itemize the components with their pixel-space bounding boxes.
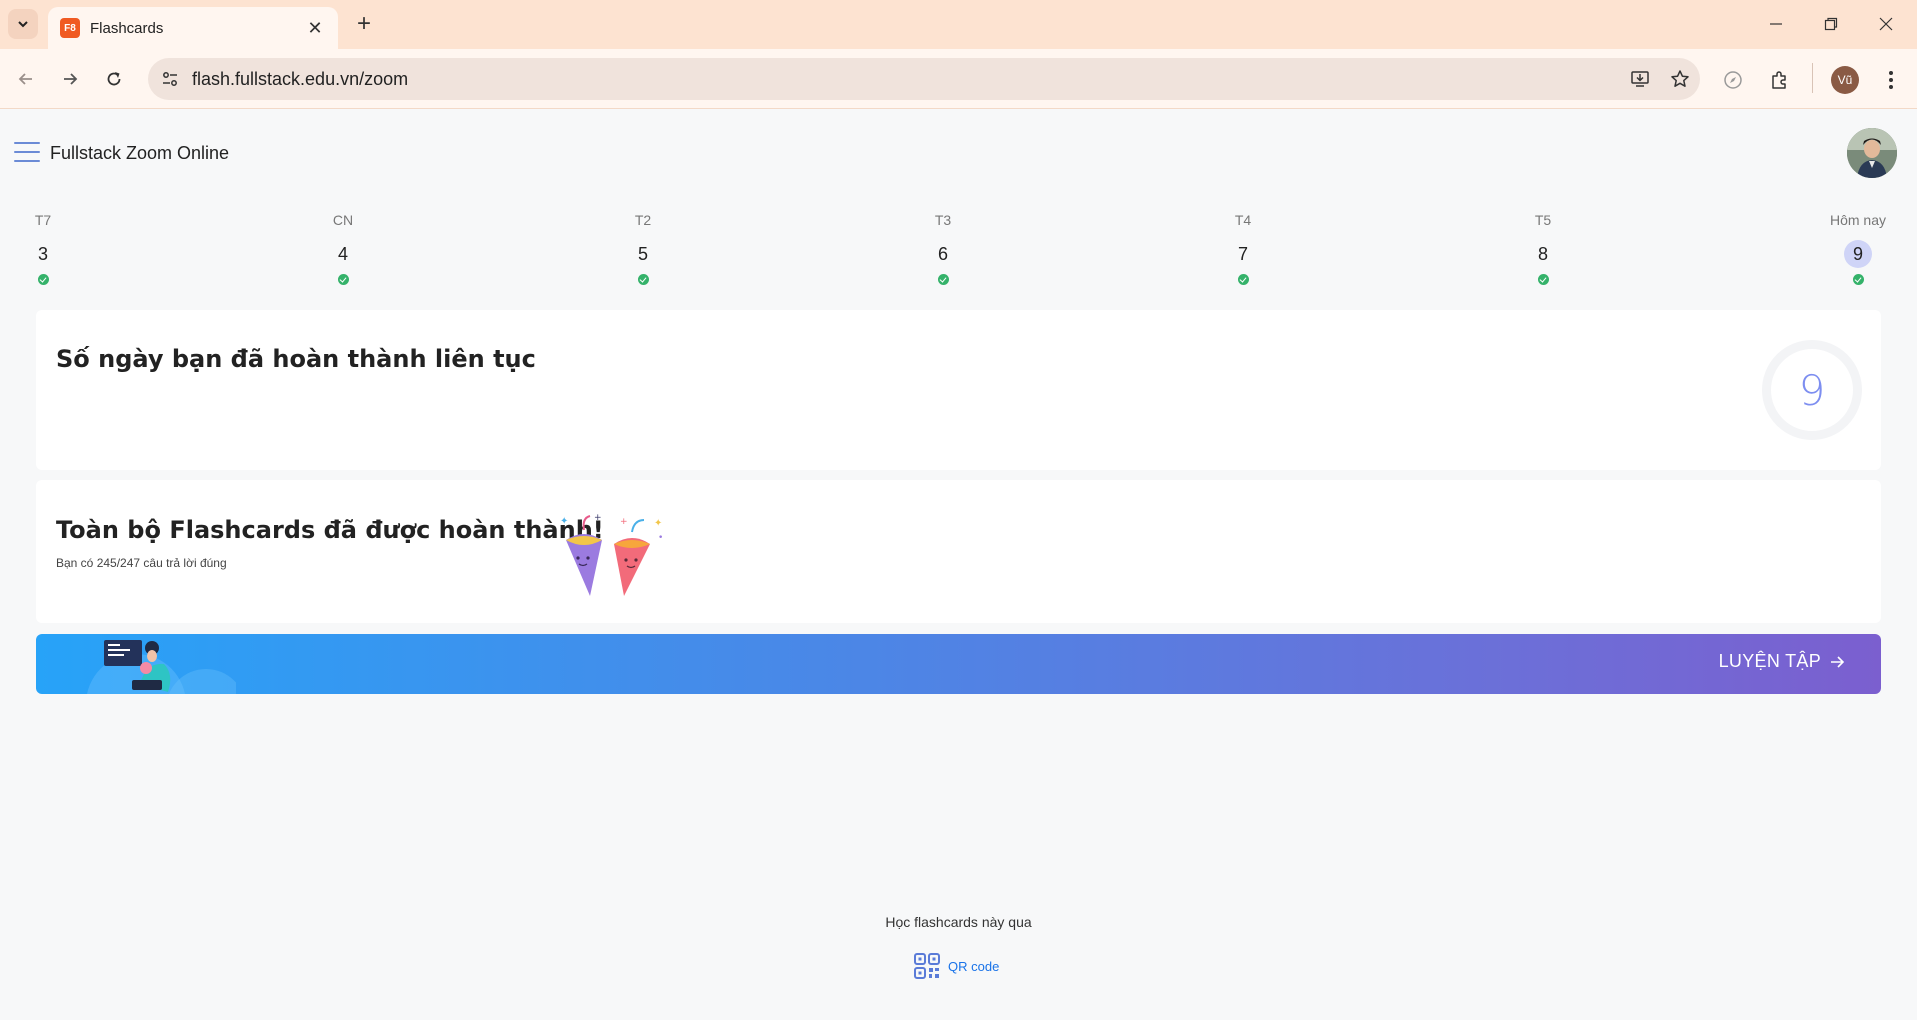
- today-number: 9: [1844, 240, 1872, 268]
- day-number: 3: [37, 244, 48, 264]
- reload-icon: [107, 72, 121, 86]
- close-icon: [1879, 17, 1893, 31]
- app-header: Fullstack Zoom Online: [0, 128, 1917, 180]
- streak-card: Số ngày bạn đã hoàn thành liên tục 9: [36, 310, 1881, 470]
- day-item[interactable]: T3 6: [888, 210, 998, 285]
- check-icon: [337, 274, 349, 285]
- day-item[interactable]: T4 7: [1188, 210, 1298, 285]
- svg-text:+: +: [620, 517, 628, 527]
- check-icon: [637, 274, 649, 285]
- check-icon: [937, 274, 949, 285]
- day-item[interactable]: T5 8: [1488, 210, 1598, 285]
- extension-button[interactable]: [1716, 63, 1750, 97]
- tab-search-button[interactable]: [8, 9, 38, 39]
- day-item-today[interactable]: Hôm nay 9: [1803, 210, 1913, 285]
- check-icon: [1537, 274, 1549, 285]
- profile-button[interactable]: Vũ: [1828, 63, 1862, 97]
- back-button[interactable]: [10, 63, 42, 95]
- restore-icon: [1824, 17, 1838, 31]
- toolbar-divider: [1812, 63, 1813, 93]
- compass-icon: [1724, 71, 1742, 89]
- favicon-icon: F8: [60, 18, 80, 38]
- day-number: 6: [937, 244, 948, 264]
- completion-subtitle: Bạn có 245/247 câu trả lời đúng: [56, 556, 227, 570]
- day-number: 4: [337, 244, 348, 264]
- day-number: 7: [1237, 244, 1248, 264]
- streak-calendar: T7 3 CN 4 T2 5 T3 6 T4 7 T5 8 Hôm nay 9: [0, 210, 1917, 290]
- browser-tab-bar: F8 Flashcards ✕ +: [0, 0, 1917, 49]
- svg-text:•: •: [658, 533, 663, 543]
- arrow-left-icon: [18, 73, 32, 85]
- day-number-today: 9: [1803, 240, 1913, 268]
- more-vertical-icon: [1889, 71, 1893, 89]
- day-label: T5: [1534, 212, 1552, 228]
- hamburger-menu-icon[interactable]: [14, 142, 40, 164]
- browser-menu-button[interactable]: [1874, 63, 1908, 97]
- tab-title: Flashcards: [90, 19, 164, 37]
- star-icon: [1671, 70, 1689, 87]
- day-item[interactable]: CN 4: [288, 210, 398, 285]
- address-bar[interactable]: flash.fullstack.edu.vn/zoom: [148, 58, 1700, 100]
- day-label: CN: [332, 212, 354, 228]
- chevron-down-icon: [18, 21, 28, 28]
- url-text[interactable]: flash.fullstack.edu.vn/zoom: [192, 69, 1620, 90]
- new-tab-button[interactable]: +: [350, 10, 378, 38]
- completion-card: Toàn bộ Flashcards đã được hoàn thành! B…: [36, 480, 1881, 623]
- minimize-icon: [1770, 23, 1782, 25]
- qr-code-label[interactable]: QR code: [948, 959, 999, 974]
- day-label: T7: [34, 212, 52, 228]
- install-icon: [1631, 71, 1649, 87]
- browser-toolbar: flash.fullstack.edu.vn/zoom Vũ: [0, 49, 1917, 109]
- restore-button[interactable]: [1811, 10, 1851, 38]
- page-title: Fullstack Zoom Online: [50, 143, 230, 163]
- day-number: 8: [1537, 244, 1548, 264]
- study-illustration-icon: [87, 640, 236, 694]
- qr-code-link[interactable]: QR code: [914, 953, 999, 979]
- day-label: T4: [1234, 212, 1252, 228]
- day-label: T2: [634, 212, 652, 228]
- party-popper-icon: ✦ + ✦ • +: [560, 513, 663, 596]
- arrow-right-icon: [1831, 655, 1845, 668]
- day-item[interactable]: T7 3: [0, 210, 98, 285]
- svg-text:+: +: [594, 513, 602, 523]
- check-icon: [37, 274, 49, 285]
- close-icon[interactable]: ✕: [304, 18, 326, 39]
- practice-button[interactable]: LUYỆN TẬP: [1719, 651, 1845, 672]
- browser-tab[interactable]: F8 Flashcards ✕: [48, 7, 338, 49]
- streak-counter: 9: [1762, 340, 1862, 440]
- svg-text:✦: ✦: [560, 516, 568, 527]
- svg-text:✦: ✦: [654, 518, 662, 529]
- footer-text: Học flashcards này qua: [885, 914, 1032, 930]
- site-info-icon[interactable]: [148, 58, 192, 100]
- check-icon: [1852, 274, 1864, 285]
- forward-button[interactable]: [54, 63, 86, 95]
- reload-button[interactable]: [98, 63, 130, 95]
- day-number: 5: [637, 244, 648, 264]
- arrow-right-icon: [64, 73, 78, 85]
- puzzle-icon: [1772, 71, 1786, 89]
- close-window-button[interactable]: [1866, 10, 1906, 38]
- extensions-button[interactable]: [1762, 63, 1796, 97]
- user-avatar[interactable]: [1847, 128, 1897, 178]
- day-item[interactable]: T2 5: [588, 210, 698, 285]
- streak-value: 9: [1798, 365, 1826, 415]
- user-photo-icon: [1847, 128, 1897, 178]
- day-label: T3: [934, 212, 952, 228]
- profile-avatar: Vũ: [1831, 66, 1859, 94]
- practice-label: LUYỆN TẬP: [1718, 651, 1821, 671]
- install-app-button[interactable]: [1620, 58, 1660, 100]
- streak-title: Số ngày bạn đã hoàn thành liên tục: [56, 345, 536, 373]
- day-label: Hôm nay: [1829, 212, 1887, 228]
- completion-title: Toàn bộ Flashcards đã được hoàn thành!: [56, 516, 604, 544]
- minimize-button[interactable]: [1756, 10, 1796, 38]
- check-icon: [1237, 274, 1249, 285]
- bookmark-button[interactable]: [1660, 58, 1700, 100]
- practice-banner[interactable]: LUYỆN TẬP: [36, 634, 1881, 694]
- qr-code-icon: [914, 953, 940, 979]
